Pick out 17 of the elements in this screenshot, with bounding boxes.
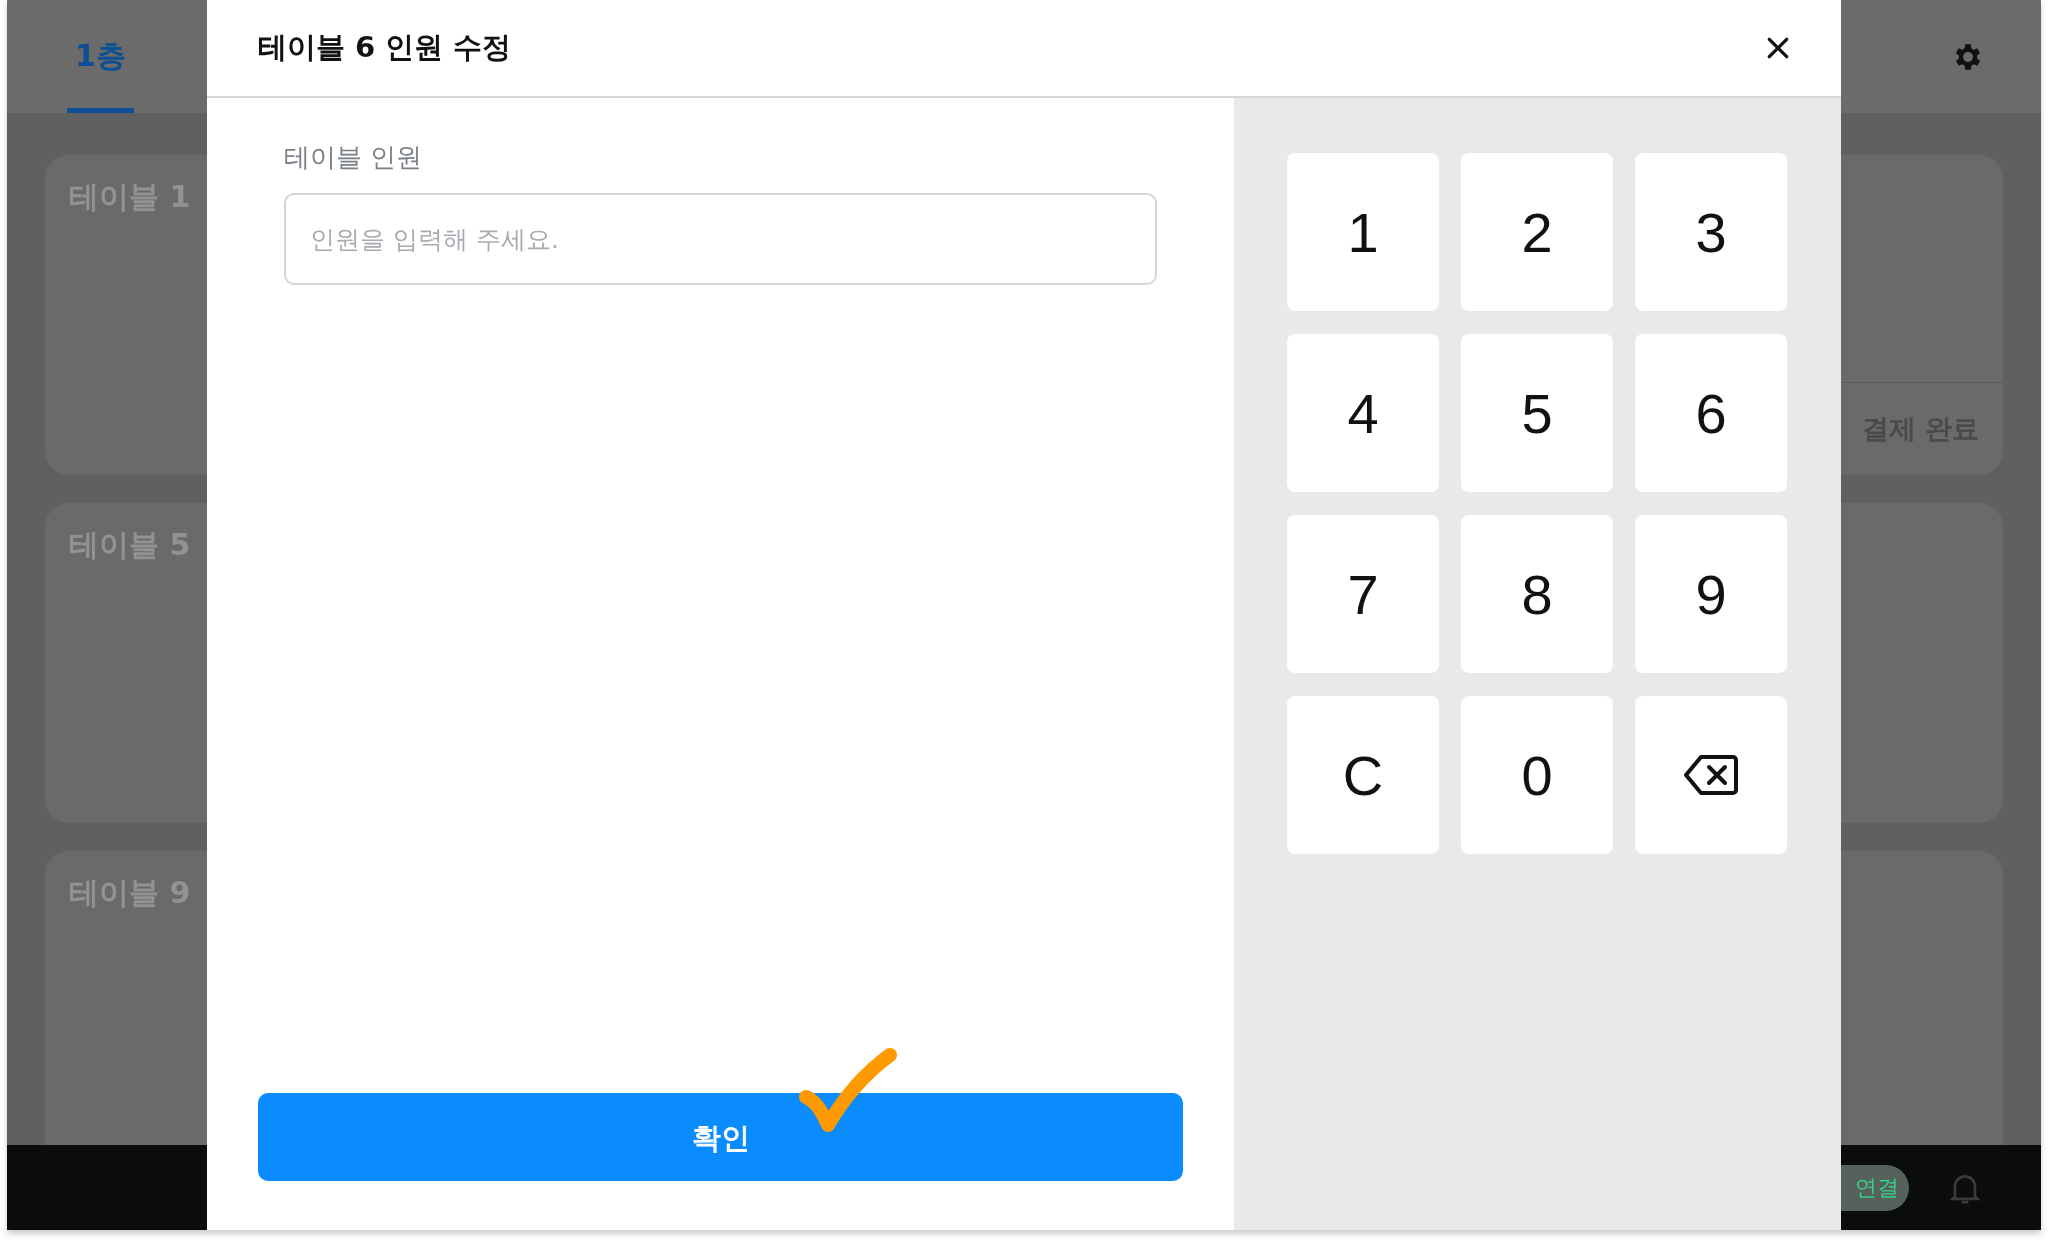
keypad-key[interactable]: 2 bbox=[1461, 153, 1613, 311]
field-label: 테이블 인원 bbox=[284, 141, 424, 174]
keypad-key[interactable]: 1 bbox=[1287, 153, 1439, 311]
keypad-key[interactable]: 7 bbox=[1287, 515, 1439, 673]
headcount-field[interactable]: 인원을 입력해 주세요. bbox=[284, 193, 1157, 285]
keypad-key[interactable]: 4 bbox=[1287, 334, 1439, 492]
backspace-key[interactable] bbox=[1635, 696, 1787, 854]
keypad-key[interactable]: 5 bbox=[1461, 334, 1613, 492]
keypad-key[interactable]: 9 bbox=[1635, 515, 1787, 673]
close-icon[interactable] bbox=[1765, 35, 1791, 61]
keypad-key[interactable]: C bbox=[1287, 696, 1439, 854]
keypad-key[interactable]: 3 bbox=[1635, 153, 1787, 311]
keypad-key[interactable]: 6 bbox=[1635, 334, 1787, 492]
dialog-title: 테이블 6 인원 수정 bbox=[258, 29, 512, 66]
backspace-icon bbox=[1683, 753, 1739, 797]
keypad-key[interactable]: 0 bbox=[1461, 696, 1613, 854]
keypad-key[interactable]: 8 bbox=[1461, 515, 1613, 673]
